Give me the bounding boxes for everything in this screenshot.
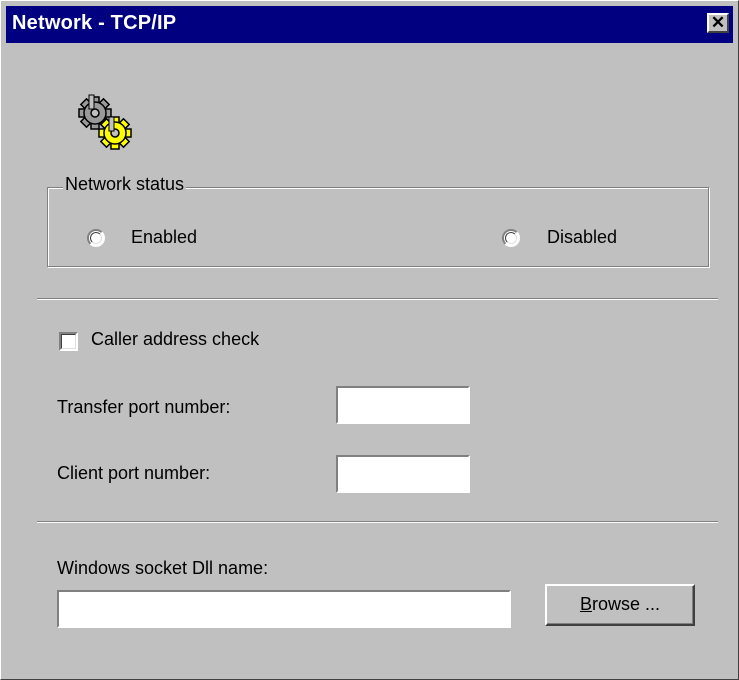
radio-enabled-label[interactable]: Enabled [131, 227, 197, 248]
window-title: Network - TCP/IP [12, 12, 177, 34]
dialog-window: Network - TCP/IP ✕ Network status Enable… [0, 0, 739, 680]
caller-address-checkbox[interactable] [59, 332, 78, 351]
transfer-port-label: Transfer port number: [57, 397, 231, 417]
network-gears-icon [78, 94, 132, 150]
winsock-dll-input[interactable] [57, 590, 511, 628]
radio-disabled-label[interactable]: Disabled [547, 227, 617, 248]
separator-bottom [37, 521, 718, 523]
radio-disabled[interactable] [502, 229, 520, 247]
browse-accelerator: B [579, 594, 592, 614]
radio-enabled[interactable] [87, 229, 105, 247]
winsock-dll-label: Windows socket Dll name: [57, 558, 269, 578]
client-port-label: Client port number: [57, 463, 211, 483]
browse-button[interactable]: Browse ... [545, 584, 695, 626]
title-bar[interactable]: Network - TCP/IP ✕ [6, 6, 733, 43]
close-icon: ✕ [710, 13, 726, 32]
separator-top [37, 298, 718, 300]
browse-label: rowse ... [591, 594, 661, 614]
client-port-input[interactable] [336, 455, 470, 493]
transfer-port-input[interactable] [336, 386, 470, 424]
caller-address-label[interactable]: Caller address check [91, 329, 259, 350]
close-button[interactable]: ✕ [707, 13, 729, 33]
network-status-legend: Network status [63, 174, 187, 195]
